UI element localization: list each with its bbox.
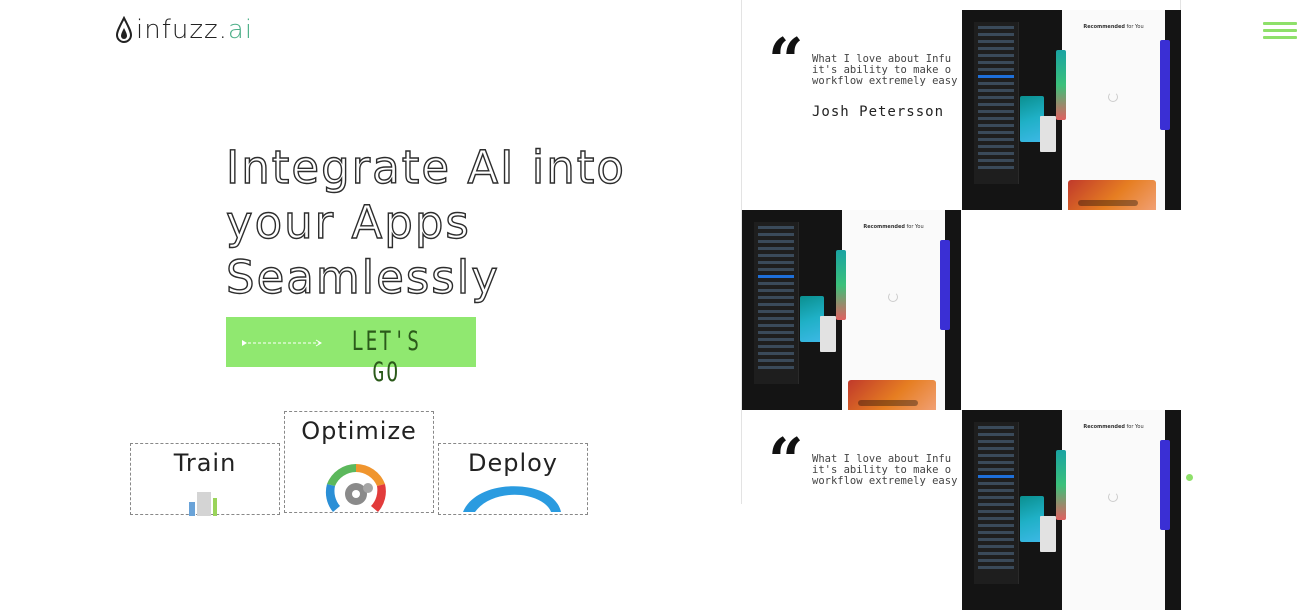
recommended-panel: Recommended for You xyxy=(1056,410,1170,610)
flame-drop-icon xyxy=(115,16,133,43)
brand-name: infuzz.ai xyxy=(136,15,254,45)
testimonial-tile: “ What I love about Infu it's ability to… xyxy=(742,410,961,610)
empty-tile xyxy=(962,210,1181,410)
train-icon xyxy=(189,492,217,516)
app-preview-tile: Recommended for You xyxy=(742,210,961,410)
hamburger-menu-icon[interactable] xyxy=(1263,22,1297,42)
hero-title-line-1: Integrate AI into xyxy=(225,140,626,194)
dashed-arrow-icon xyxy=(242,339,322,347)
hero-title: Integrate AI into your Apps Seamlessly xyxy=(225,140,666,305)
app-sidebar xyxy=(974,22,1019,184)
lets-go-label: LET'S GO xyxy=(351,326,422,388)
app-preview-tile: Recommended for You xyxy=(962,410,1181,610)
loading-spinner-icon xyxy=(888,292,898,302)
quote-mark-icon: “ xyxy=(768,424,804,497)
quote-mark-icon: “ xyxy=(768,24,804,97)
recommended-title: Recommended for You xyxy=(863,224,924,230)
lets-go-button[interactable]: LET'S GO xyxy=(226,317,476,388)
carousel-dot[interactable] xyxy=(1186,474,1193,481)
app-sidebar xyxy=(974,422,1019,584)
recommended-panel: Recommended for You xyxy=(836,210,950,410)
app-preview-card xyxy=(1068,180,1156,210)
app-slide-thumb xyxy=(1014,66,1058,186)
step-optimize-title: Optimize xyxy=(301,417,417,445)
app-preview-tile: Recommended for You xyxy=(962,10,1181,210)
testimonial-author: Josh Petersson xyxy=(812,104,945,120)
loading-spinner-icon xyxy=(1108,92,1118,102)
hero-title-line-3: Seamlessly xyxy=(225,250,500,304)
deploy-wave-icon xyxy=(463,486,561,512)
loading-spinner-icon xyxy=(1108,492,1118,502)
testimonial-quote: What I love about Infu it's ability to m… xyxy=(812,54,958,87)
recommended-title: Recommended for You xyxy=(1083,24,1144,30)
step-card-deploy[interactable]: Deploy xyxy=(438,443,588,515)
app-slide-thumb xyxy=(794,266,838,386)
testimonial-quote: What I love about Infu it's ability to m… xyxy=(812,454,958,487)
app-slide-thumb xyxy=(1014,466,1058,586)
hero-title-line-2: your Apps xyxy=(225,195,471,249)
optimize-gears-icon xyxy=(325,464,386,512)
app-preview-card xyxy=(848,380,936,410)
brand-logo[interactable]: infuzz.ai xyxy=(114,12,253,48)
step-card-optimize[interactable]: Optimize xyxy=(284,411,434,513)
step-train-title: Train xyxy=(173,449,237,477)
testimonial-tile: “ What I love about Infu it's ability to… xyxy=(742,10,961,210)
app-sidebar xyxy=(754,222,799,384)
step-deploy-title: Deploy xyxy=(467,449,559,477)
step-card-train[interactable]: Train xyxy=(130,443,280,516)
recommended-title: Recommended for You xyxy=(1083,424,1144,430)
recommended-panel: Recommended for You xyxy=(1056,10,1170,210)
